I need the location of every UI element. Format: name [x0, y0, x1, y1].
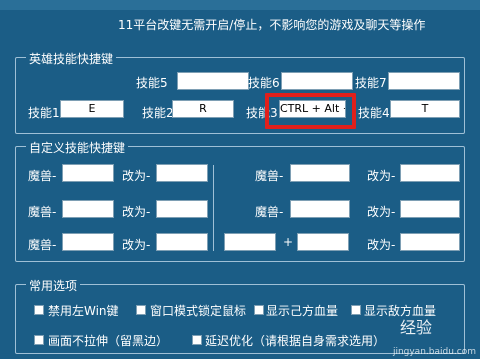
warcraft-label: 魔兽- [255, 205, 284, 219]
change-label: 改为- [367, 205, 396, 219]
no-stretch-checkbox[interactable] [34, 335, 44, 345]
warcraft-label: 魔兽- [28, 169, 57, 183]
plus-sign: + [283, 235, 294, 249]
lock-mouse-checkbox[interactable] [136, 305, 146, 315]
warcraft-key-input[interactable] [62, 164, 114, 182]
latency-optimize-label: 延迟优化（请根据自身需求选用） [205, 334, 386, 348]
warcraft-key-input[interactable] [62, 233, 114, 251]
skill-2-input[interactable]: R [172, 100, 234, 118]
skill-7-label: 技能7 [355, 76, 387, 90]
warcraft-key-input[interactable] [62, 200, 114, 218]
skill-5-label: 技能5 [136, 76, 168, 90]
skill-4-label: 技能4 [358, 106, 390, 120]
skill-4-input[interactable]: T [390, 100, 460, 118]
latency-optimize-checkbox[interactable] [192, 335, 202, 345]
warcraft-label: 魔兽- [255, 169, 284, 183]
change-label: 改为- [367, 238, 396, 252]
watermark-url: jingyan.baidu.com [392, 347, 476, 357]
disable-win-key-label: 禁用左Win键 [48, 304, 119, 318]
change-key-input[interactable] [400, 200, 460, 218]
hero-skill-group: 英雄技能快捷键 [15, 50, 465, 134]
change-label: 改为- [122, 169, 151, 183]
change-key-input[interactable] [400, 233, 460, 251]
options-legend: 常用选项 [26, 277, 81, 294]
show-own-hp-checkbox[interactable] [254, 305, 264, 315]
skill-6-label: 技能6 [248, 76, 280, 90]
warcraft-key-input[interactable] [290, 200, 350, 218]
disable-win-key-checkbox[interactable] [34, 305, 44, 315]
skill-1-input[interactable]: E [60, 100, 124, 118]
change-key-input[interactable] [156, 200, 208, 218]
warcraft-key-input[interactable] [290, 164, 350, 182]
warcraft-key-input[interactable] [297, 233, 349, 251]
skill-2-label: 技能2 [142, 106, 174, 120]
warcraft-label: 魔兽- [28, 205, 57, 219]
change-label: 改为- [367, 169, 396, 183]
skill-7-input[interactable] [388, 72, 460, 90]
no-stretch-label: 画面不拉伸（留黑边） [48, 334, 169, 348]
highlight-box [265, 93, 356, 129]
change-key-input[interactable] [156, 233, 208, 251]
change-key-input[interactable] [400, 164, 460, 182]
watermark-brand: 经验 [400, 318, 433, 337]
notice-text: 11平台改键无需开启/停止，不影响您的游戏及聊天等操作 [118, 18, 426, 32]
skill-5-input[interactable] [177, 72, 249, 90]
show-own-hp-label: 显示己方血量 [266, 304, 339, 318]
warcraft-label: 魔兽- [28, 238, 57, 252]
modifier-key-input[interactable] [224, 233, 276, 251]
title-bar [0, 0, 480, 10]
skill-6-input[interactable] [281, 72, 353, 90]
change-label: 改为- [122, 238, 151, 252]
change-key-input[interactable] [156, 164, 208, 182]
custom-skill-legend: 自定义技能快捷键 [26, 139, 129, 156]
hero-skill-legend: 英雄技能快捷键 [26, 50, 117, 67]
show-enemy-hp-checkbox[interactable] [351, 305, 361, 315]
change-label: 改为- [122, 205, 151, 219]
lock-mouse-label: 窗口模式锁定鼠标 [150, 304, 247, 318]
column-divider [213, 165, 214, 251]
skill-1-label: 技能1 [28, 106, 60, 120]
